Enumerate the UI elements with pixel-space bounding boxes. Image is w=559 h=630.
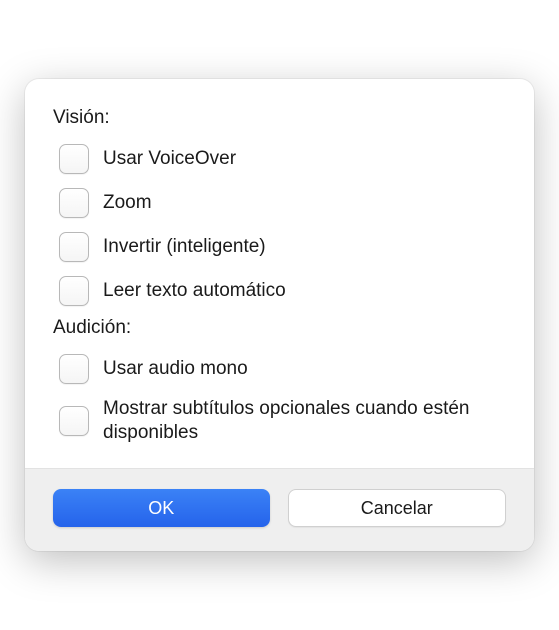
label-captions: Mostrar subtítulos opcionales cuando est… <box>103 397 506 445</box>
label-invert: Invertir (inteligente) <box>103 235 266 259</box>
label-voiceover: Usar VoiceOver <box>103 147 236 171</box>
checkbox-voiceover[interactable] <box>59 144 89 174</box>
dialog-content: Visión: Usar VoiceOver Zoom Invertir (in… <box>25 79 534 469</box>
option-autotext[interactable]: Leer texto automático <box>53 269 506 313</box>
checkbox-mono[interactable] <box>59 354 89 384</box>
checkbox-autotext[interactable] <box>59 276 89 306</box>
option-voiceover[interactable]: Usar VoiceOver <box>53 137 506 181</box>
option-invert[interactable]: Invertir (inteligente) <box>53 225 506 269</box>
label-zoom: Zoom <box>103 191 152 215</box>
option-captions[interactable]: Mostrar subtítulos opcionales cuando est… <box>53 391 506 451</box>
checkbox-invert[interactable] <box>59 232 89 262</box>
checkbox-zoom[interactable] <box>59 188 89 218</box>
label-autotext: Leer texto automático <box>103 279 286 303</box>
option-zoom[interactable]: Zoom <box>53 181 506 225</box>
hearing-section-label: Audición: <box>53 317 506 339</box>
dialog-footer: OK Cancelar <box>25 468 534 551</box>
option-mono[interactable]: Usar audio mono <box>53 347 506 391</box>
cancel-button[interactable]: Cancelar <box>288 489 507 527</box>
ok-button[interactable]: OK <box>53 489 270 527</box>
vision-section-label: Visión: <box>53 107 506 129</box>
label-mono: Usar audio mono <box>103 357 248 381</box>
checkbox-captions[interactable] <box>59 406 89 436</box>
accessibility-dialog: Visión: Usar VoiceOver Zoom Invertir (in… <box>25 79 534 552</box>
